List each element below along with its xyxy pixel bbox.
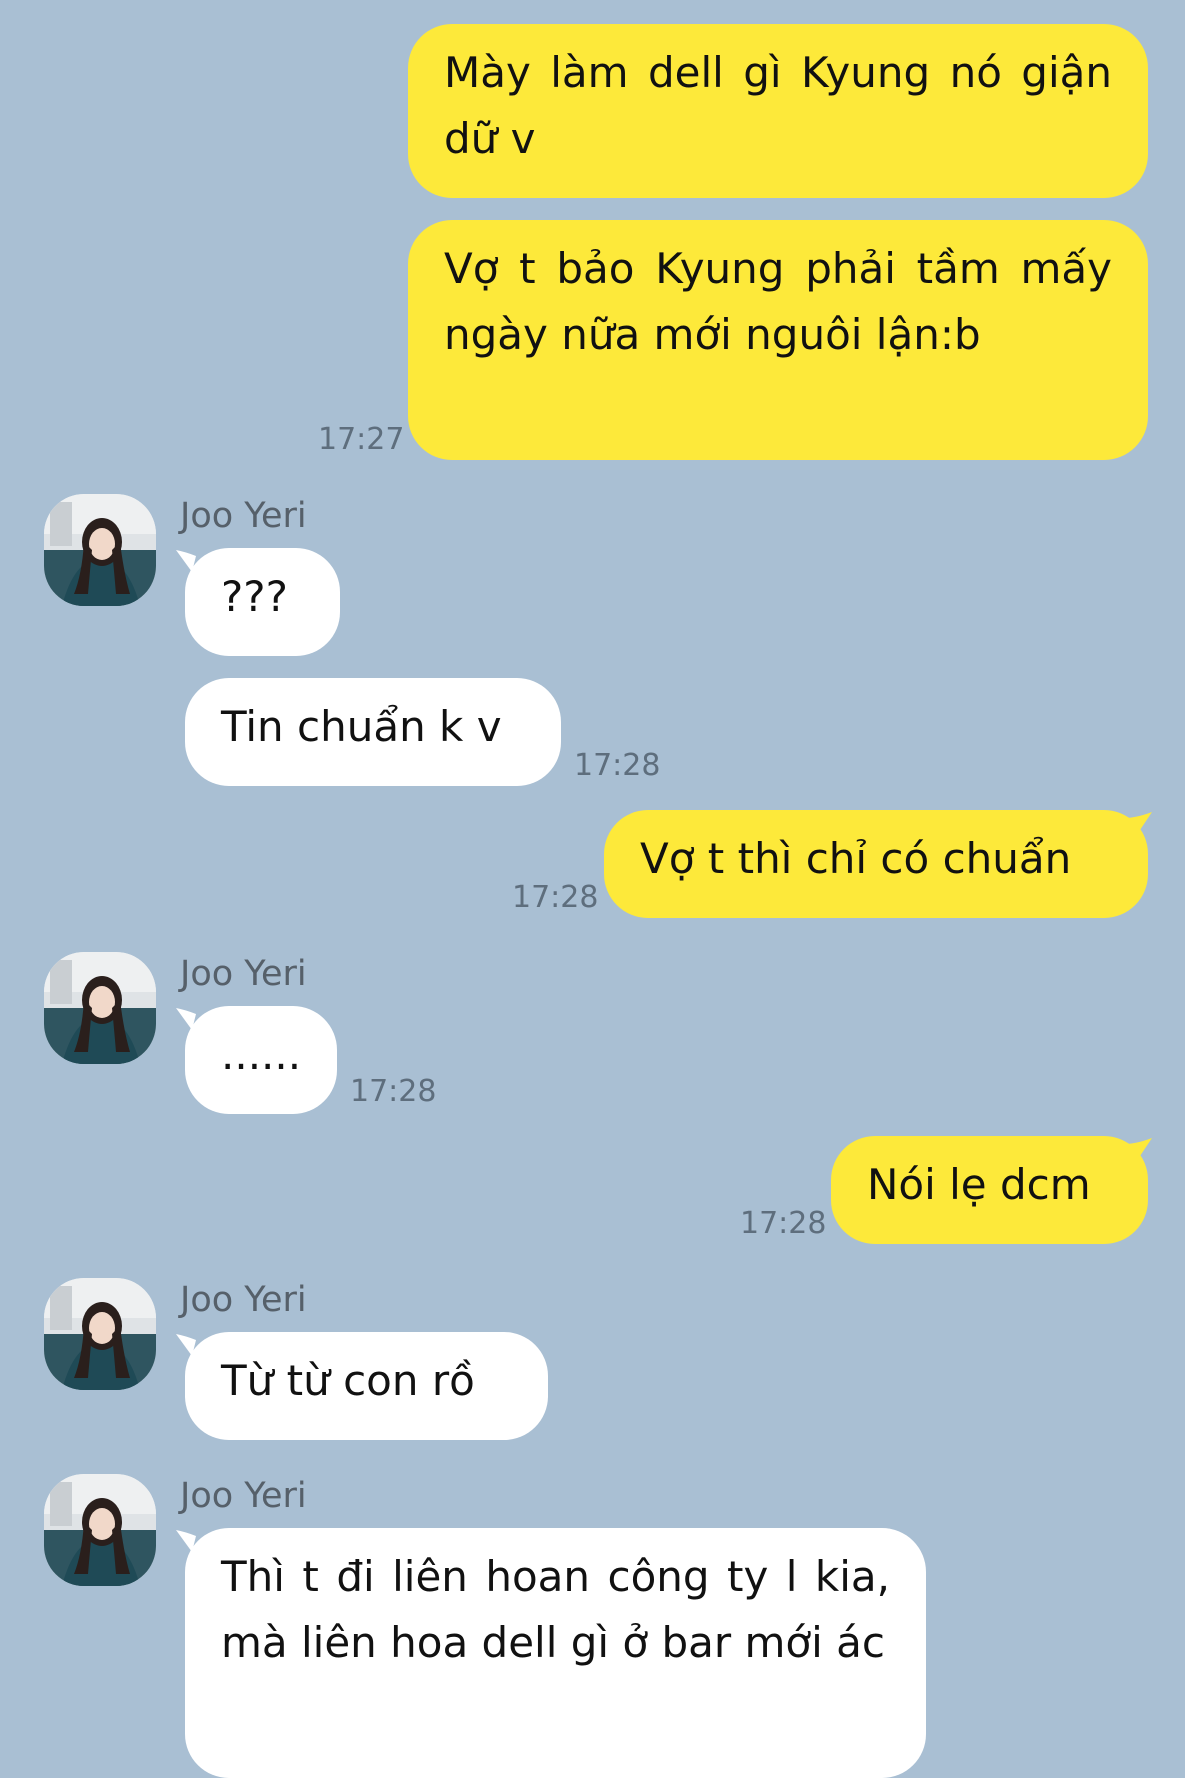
incoming-message-bubble[interactable]: Từ từ con rồ <box>185 1332 548 1440</box>
outgoing-message-bubble[interactable]: Mày làm dell gì Kyung nó giận dữ v <box>408 24 1148 198</box>
message-timestamp: 17:27 <box>318 422 405 457</box>
sender-name: Joo Yeri <box>180 1476 307 1516</box>
incoming-message-bubble[interactable]: Thì t đi liên hoan công ty l kia, mà liê… <box>185 1528 926 1778</box>
sender-name: Joo Yeri <box>180 496 307 536</box>
outgoing-message-bubble[interactable]: Vợ t bảo Kyung phải tầm mấy ngày nữa mới… <box>408 220 1148 460</box>
incoming-message-bubble[interactable]: ...... <box>185 1006 337 1114</box>
outgoing-message-bubble[interactable]: Nói lẹ dcm <box>831 1136 1148 1244</box>
sender-name: Joo Yeri <box>180 1280 307 1320</box>
incoming-message-bubble[interactable]: Tin chuẩn k v <box>185 678 561 786</box>
contact-avatar[interactable] <box>44 1474 156 1586</box>
message-timestamp: 17:28 <box>350 1074 437 1109</box>
message-timestamp: 17:28 <box>574 748 661 783</box>
message-timestamp: 17:28 <box>740 1206 827 1241</box>
contact-avatar[interactable] <box>44 952 156 1064</box>
outgoing-message-bubble[interactable]: Vợ t thì chỉ có chuẩn <box>604 810 1148 918</box>
message-timestamp: 17:28 <box>512 880 599 915</box>
contact-avatar[interactable] <box>44 1278 156 1390</box>
incoming-message-bubble[interactable]: ??? <box>185 548 340 656</box>
contact-avatar[interactable] <box>44 494 156 606</box>
sender-name: Joo Yeri <box>180 954 307 994</box>
